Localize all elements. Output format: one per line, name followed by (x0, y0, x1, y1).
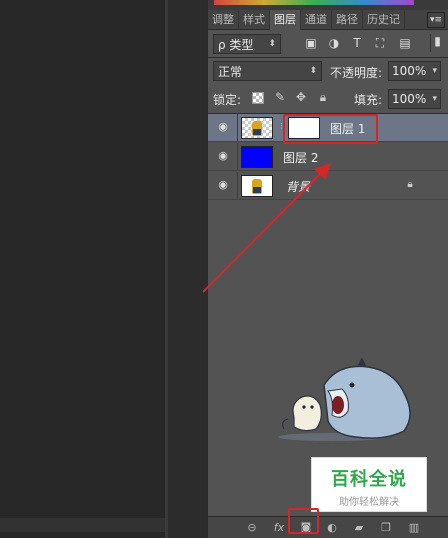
seal-eye-right (310, 405, 314, 409)
shark-eye (349, 382, 355, 388)
watermark-subtitle: 助你轻松解决 (339, 497, 399, 508)
lock-label: 锁定: (213, 93, 242, 107)
lock-icon: 🔒︎ (407, 179, 413, 190)
seal-tail (282, 418, 289, 430)
shark-mouth (332, 396, 344, 414)
type-filter-icon[interactable]: T (350, 36, 364, 50)
blend-mode-select[interactable]: 正常 ⬍ (213, 61, 322, 81)
fill-value: 100% (392, 92, 427, 106)
blend-row: 正常 ⬍ 不透明度: 100% ▾ (208, 58, 448, 84)
shark-fin (358, 357, 366, 366)
fill-field[interactable]: 100% ▾ (388, 89, 441, 109)
watermark: 百科全说 助你轻松解决 (311, 457, 427, 512)
document-canvas-area[interactable] (0, 0, 165, 538)
mask-highlight-box (283, 114, 378, 144)
eye-icon[interactable]: ◉ (215, 121, 231, 133)
watermark-title: 百科全说 (331, 469, 407, 490)
filter-toggle-icon[interactable]: ▮ (430, 34, 444, 52)
panel-menu-icon[interactable]: ▾≡ (427, 11, 445, 28)
adjustment-layer-icon[interactable]: ◐ (324, 521, 340, 535)
divider (237, 172, 238, 200)
opacity-field[interactable]: 100% ▾ (388, 61, 441, 81)
tab-adjustments[interactable]: 调整 (208, 9, 239, 30)
tab-channels[interactable]: 通道 (301, 9, 332, 30)
figure-thumbnail-image (252, 179, 262, 194)
adjustment-filter-icon[interactable]: ◑ (327, 36, 341, 50)
opacity-label: 不透明度: (330, 66, 383, 80)
chevron-updown-icon: ⬍ (309, 66, 317, 76)
seal-eye-left (302, 405, 306, 409)
divider (237, 143, 238, 171)
eye-icon[interactable]: ◉ (215, 179, 231, 191)
color-spectrum[interactable] (214, 0, 414, 5)
blend-mode-value: 正常 (218, 64, 243, 79)
lock-position-icon[interactable]: ✥ (294, 90, 308, 104)
tab-history[interactable]: 历史记 (363, 9, 405, 30)
layer-thumbnail (241, 117, 273, 139)
lock-image-icon[interactable]: ✎ (273, 90, 287, 104)
layer-row-2[interactable]: ◉ 图层 2 (208, 143, 448, 171)
tab-layers[interactable]: 图层 (270, 9, 301, 30)
layer-name[interactable]: 图层 2 (283, 149, 318, 166)
chevron-updown-icon: ⬍ (268, 39, 276, 49)
image-filter-icon[interactable]: ▣ (304, 36, 318, 50)
horizontal-scrollbar[interactable] (0, 518, 165, 532)
eye-icon[interactable]: ◉ (215, 150, 231, 162)
lock-all-icon[interactable]: 🔒︎ (316, 90, 330, 104)
panel-gutter (165, 0, 207, 538)
layers-panel: 调整 样式 图层 通道 路径 历史记 ▾≡ ρ 类型 ⬍ ▣ ◑ T ⛶ ▤ ▮… (207, 0, 448, 538)
smart-object-filter-icon[interactable]: ▤ (398, 36, 412, 50)
new-layer-icon[interactable]: ❐ (378, 521, 394, 535)
link-layers-icon[interactable]: ⊝ (244, 521, 260, 535)
shape-filter-icon[interactable]: ⛶ (373, 36, 387, 50)
group-folder-icon[interactable]: ▰ (351, 521, 367, 535)
fill-label: 填充: (354, 93, 383, 107)
layer-thumbnail (241, 146, 273, 168)
tab-paths[interactable]: 路径 (332, 9, 363, 30)
panel-tabs: 调整 样式 图层 通道 路径 历史记 ▾≡ (208, 9, 448, 30)
figure-thumbnail-image (252, 121, 262, 136)
seal-body (292, 395, 322, 432)
swatches-strip (208, 0, 448, 10)
layer-thumbnail (241, 175, 273, 197)
lock-row: 锁定: ✎ ✥ 🔒︎ 填充: 100% ▾ (208, 86, 448, 112)
layer-row-background[interactable]: ◉ 背景 🔒︎ (208, 172, 448, 200)
layer-style-icon[interactable]: fx (271, 521, 287, 535)
lock-transparent-icon[interactable] (252, 92, 264, 104)
chevron-down-icon: ▾ (432, 66, 437, 76)
layer-name[interactable]: 背景 (286, 178, 310, 195)
layer-kind-filter[interactable]: ρ 类型 ⬍ (213, 34, 281, 54)
opacity-value: 100% (392, 64, 427, 78)
trash-icon[interactable]: ▥ (406, 521, 422, 535)
shark-seal-illustration (278, 357, 411, 441)
filter-row: ρ 类型 ⬍ ▣ ◑ T ⛶ ▤ ▮ (208, 31, 448, 57)
panel-footer: ⊝ fx ◙ ◐ ▰ ❐ ▥ (208, 516, 448, 538)
gutter-edge (165, 0, 168, 538)
layer-kind-label: ρ 类型 (218, 37, 254, 52)
tab-styles[interactable]: 样式 (239, 9, 270, 30)
chevron-down-icon: ▾ (432, 94, 437, 104)
divider (237, 114, 238, 142)
add-mask-highlight-box (288, 508, 319, 534)
